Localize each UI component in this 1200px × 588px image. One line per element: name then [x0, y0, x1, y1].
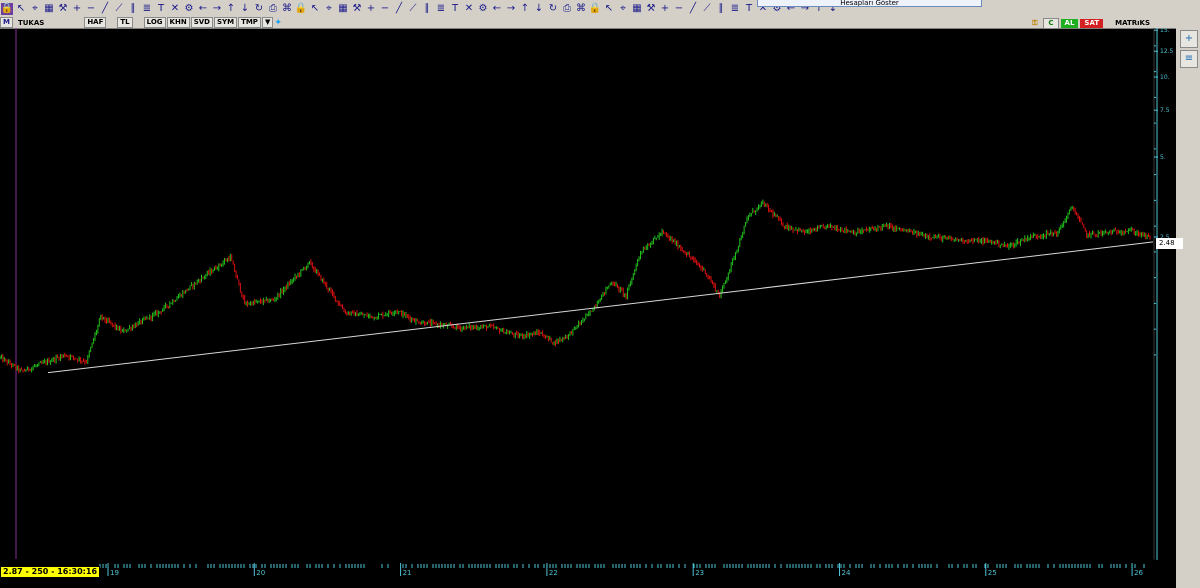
main-toolbar: 🔒 ↖ ⌖ ▦ ⚒ + − ╱ ⟋ ∥ ≣ T ✕ ⚙ ← → ↑ ↓ ↻ ⎙ ⌘ 🔒 ↖ ⌖ ▦ ⚒ + − ╱ ⟋ ∥ ≣ T ✕ ⚙ ← → ↑ ↓ ↻…	[0, 0, 1200, 18]
zoom-in-icon[interactable]: +	[365, 3, 377, 15]
tmp-button[interactable]: TMP	[238, 17, 261, 28]
lock-icon[interactable]: 🔒	[589, 3, 601, 15]
arrow-up-icon[interactable]: ↑	[225, 3, 237, 15]
zoom-out-icon[interactable]: −	[379, 3, 391, 15]
text-icon[interactable]: T	[449, 3, 461, 15]
candles	[0, 199, 1151, 374]
arrow-left-icon[interactable]: ←	[197, 3, 209, 15]
status-readout: 2.87 - 250 - 16:30:16	[0, 566, 101, 578]
tl-button[interactable]: TL	[117, 17, 133, 28]
x-tick-label: 24	[842, 569, 851, 577]
tools-icon[interactable]: ⚒	[351, 3, 363, 15]
magnet-icon[interactable]: ⌘	[281, 3, 293, 15]
crosshair-icon[interactable]: ⌖	[617, 3, 629, 15]
arrow-down-icon[interactable]: ↓	[533, 3, 545, 15]
settings-icon[interactable]: ⚙	[477, 3, 489, 15]
y-tick-label: 12.5	[1160, 48, 1174, 55]
tools-icon[interactable]: ⚒	[645, 3, 657, 15]
x-tick-label: 19	[110, 569, 119, 577]
fibo-icon[interactable]: ≣	[729, 3, 741, 15]
symbol-name[interactable]: TUKAS	[14, 19, 48, 27]
x-axis-strip	[0, 559, 1154, 588]
grid-icon[interactable]: ▦	[631, 3, 643, 15]
fibo-icon[interactable]: ≣	[435, 3, 447, 15]
arrow-down-icon[interactable]: ↓	[239, 3, 251, 15]
crosshair-icon[interactable]: ⌖	[323, 3, 335, 15]
arrow-left-icon[interactable]: ←	[491, 3, 503, 15]
y-tick-label: 10.	[1160, 74, 1170, 81]
grid-icon[interactable]: ▦	[337, 3, 349, 15]
zoom-out-icon[interactable]: −	[673, 3, 685, 15]
crosshair-icon[interactable]: ⌖	[29, 3, 41, 15]
zoom-out-icon[interactable]: −	[85, 3, 97, 15]
sell-button[interactable]: SAT	[1080, 18, 1104, 28]
magnet-icon[interactable]: ⌘	[575, 3, 587, 15]
arrow-right-icon[interactable]: →	[505, 3, 517, 15]
y-tick-label: 15.	[1160, 28, 1170, 34]
panel-settings-icon[interactable]: ≡	[1180, 50, 1198, 68]
last-price-label: 2.48	[1156, 238, 1183, 249]
x-tick-label: 26	[1134, 569, 1143, 577]
arrow-right-icon[interactable]: →	[211, 3, 223, 15]
hesaplari-goster-button[interactable]: Hesapları Göster	[757, 0, 982, 7]
line-icon[interactable]: ╱	[393, 3, 405, 15]
text-icon[interactable]: T	[155, 3, 167, 15]
fibo-icon[interactable]: ≣	[141, 3, 153, 15]
refresh-icon[interactable]: ↻	[547, 3, 559, 15]
line-icon[interactable]: ╱	[687, 3, 699, 15]
order-bar: ⚿ C AL SAT MATRıKS	[1026, 17, 1154, 29]
channel-icon[interactable]: ∥	[715, 3, 727, 15]
haf-button[interactable]: HAF	[84, 17, 107, 28]
dropdown-icon[interactable]: ▼	[261, 17, 274, 28]
trendline-segment[interactable]	[47, 241, 1154, 374]
arrow-up-icon[interactable]: ↑	[519, 3, 531, 15]
add-panel-icon[interactable]: +	[1180, 30, 1198, 48]
x-tick-label: 22	[549, 569, 558, 577]
right-panel: + ≡	[1176, 28, 1200, 588]
trend-icon[interactable]: ⟋	[701, 3, 713, 15]
trendline[interactable]	[47, 241, 1154, 374]
y-tick-label: 5.	[1160, 154, 1166, 161]
log-button[interactable]: LOG	[143, 17, 166, 28]
tools-icon[interactable]: ⚒	[57, 3, 69, 15]
delete-icon[interactable]: ✕	[463, 3, 475, 15]
khn-button[interactable]: KHN	[166, 17, 190, 28]
x-tick-label: 25	[988, 569, 997, 577]
price-chart[interactable]: 22.520.17.515.12.510.7.55.2.5 1920212223…	[0, 28, 1176, 588]
zoom-in-icon[interactable]: +	[71, 3, 83, 15]
text-icon[interactable]: T	[743, 3, 755, 15]
x-tick-label: 20	[256, 569, 265, 577]
matriks-logo: MATRıKS	[1115, 18, 1150, 27]
channel-icon[interactable]: ∥	[127, 3, 139, 15]
zoom-in-icon[interactable]: +	[659, 3, 671, 15]
print-icon[interactable]: ⎙	[267, 3, 279, 15]
cursor-icon[interactable]: ↖	[603, 3, 615, 15]
settings-icon[interactable]: ⚙	[183, 3, 195, 15]
x-tick-label: 23	[695, 569, 704, 577]
channel-icon[interactable]: ∥	[421, 3, 433, 15]
trend-icon[interactable]: ⟋	[113, 3, 125, 15]
lock-icon[interactable]: 🔒	[295, 3, 307, 15]
chart-type-icon[interactable]: M	[0, 17, 13, 28]
cursor-icon[interactable]: ↖	[15, 3, 27, 15]
refresh-icon[interactable]: ↻	[253, 3, 265, 15]
sym-button[interactable]: SYM	[213, 17, 238, 28]
cursor-icon[interactable]: ↖	[309, 3, 321, 15]
grid-icon[interactable]: ▦	[43, 3, 55, 15]
c-button[interactable]: C	[1043, 17, 1059, 29]
x-tick-label: 21	[403, 569, 412, 577]
lock-icon[interactable]: 🔒	[1, 2, 13, 15]
y-tick-label: 7.5	[1160, 107, 1170, 114]
svd-button[interactable]: SVD	[190, 17, 213, 28]
line-icon[interactable]: ╱	[99, 3, 111, 15]
lock-icon[interactable]: ⚿	[1028, 19, 1041, 28]
print-icon[interactable]: ⎙	[561, 3, 573, 15]
twitter-icon[interactable]: ✦	[274, 18, 282, 28]
buy-button[interactable]: AL	[1060, 18, 1079, 28]
trend-icon[interactable]: ⟋	[407, 3, 419, 15]
delete-icon[interactable]: ✕	[169, 3, 181, 15]
